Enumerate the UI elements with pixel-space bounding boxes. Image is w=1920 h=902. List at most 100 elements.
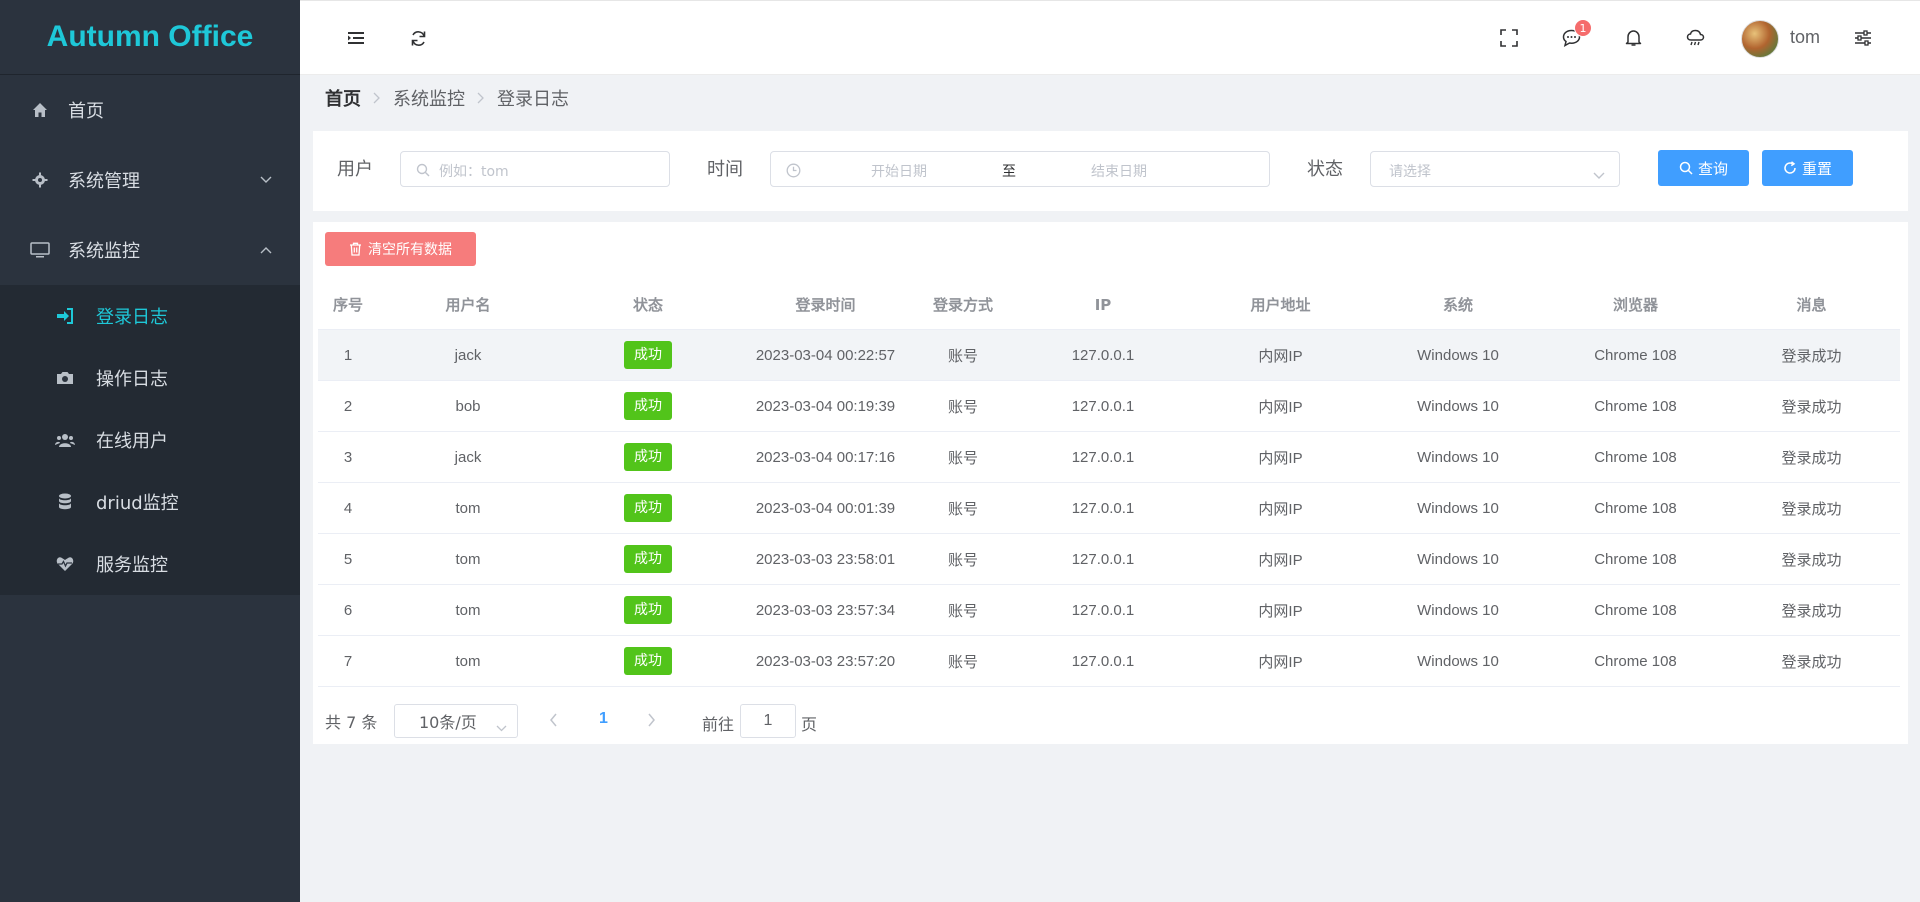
reset-button-label: 重置: [1801, 159, 1832, 178]
date-range-picker[interactable]: 开始日期 至 结束日期: [770, 151, 1270, 187]
header-username[interactable]: tom: [1790, 27, 1820, 48]
status-badge: 成功: [624, 341, 672, 369]
cell-os: Windows 10: [1417, 601, 1499, 619]
sidebar-item-home[interactable]: 首页: [0, 75, 300, 145]
sidebar-item-label: 在线用户: [96, 431, 168, 452]
cell-login-method: 账号: [947, 449, 978, 467]
breadcrumb-item-current: 登录日志: [497, 89, 569, 110]
sidebar-item-label: driud监控: [96, 493, 179, 514]
cell-index: 1: [343, 346, 353, 364]
goto-page-input[interactable]: 1: [740, 704, 796, 738]
cell-username: tom: [455, 550, 481, 568]
cell-index: 7: [343, 652, 353, 670]
page-number-current[interactable]: 1: [599, 710, 608, 728]
collapse-menu-button[interactable]: [343, 25, 369, 51]
chevron-right-icon: [477, 89, 485, 108]
next-page-button[interactable]: [647, 712, 656, 731]
column-header: 用户地址: [1250, 296, 1311, 314]
goto-page-value: 1: [763, 712, 773, 729]
weather-button[interactable]: [1682, 25, 1708, 51]
cell-index: 6: [343, 601, 353, 619]
clear-all-button[interactable]: 清空所有数据: [325, 232, 476, 266]
cell-username: jack: [454, 448, 482, 466]
sidebar-item-service-monitor[interactable]: 服务监控: [0, 533, 300, 595]
table-row[interactable]: 5 tom 成功 2023-03-03 23:58:01 账号 127.0.0.…: [318, 534, 1900, 585]
cell-username: tom: [455, 652, 481, 670]
sidebar-item-label: 服务监控: [96, 555, 168, 576]
goto-label: 前往: [702, 715, 735, 734]
status-badge: 成功: [624, 596, 672, 624]
monitor-icon: [30, 240, 50, 260]
cell-address: 内网IP: [1258, 653, 1303, 671]
table-header: 序号 用户名 状态 登录时间 登录方式 IP 用户地址 系统 浏览器 消息: [318, 280, 1900, 330]
user-search-input[interactable]: 例如：tom: [400, 151, 670, 187]
cell-browser: Chrome 108: [1594, 346, 1677, 364]
sidebar-item-druid-monitor[interactable]: driud监控: [0, 471, 300, 533]
sidebar-item-label: 操作日志: [96, 369, 168, 390]
clear-all-label: 清空所有数据: [368, 242, 452, 258]
query-button-label: 查询: [1697, 159, 1728, 178]
messages-button[interactable]: 1: [1558, 19, 1592, 51]
column-header: 登录时间: [795, 296, 856, 314]
cell-address: 内网IP: [1258, 551, 1303, 569]
login-log-table: 序号 用户名 状态 登录时间 登录方式 IP 用户地址 系统 浏览器 消息 1 …: [318, 280, 1900, 687]
reset-button[interactable]: 重置: [1762, 150, 1853, 186]
status-select[interactable]: 请选择: [1370, 151, 1620, 187]
column-header: 状态: [632, 296, 663, 314]
sliders-icon: [1855, 30, 1871, 46]
chevron-right-icon: [648, 713, 655, 727]
page-suffix-label: 页: [801, 715, 818, 734]
sidebar-item-login-log[interactable]: 登录日志: [0, 285, 300, 347]
column-header: 登录方式: [932, 296, 993, 314]
fullscreen-button[interactable]: [1496, 25, 1522, 51]
search-icon: [415, 162, 431, 178]
sidebar-item-online-users[interactable]: 在线用户: [0, 409, 300, 471]
start-date-input[interactable]: 开始日期: [871, 161, 927, 181]
cell-login-method: 账号: [947, 551, 978, 569]
user-label: 用户: [337, 159, 373, 180]
query-button[interactable]: 查询: [1658, 150, 1749, 186]
table-row[interactable]: 2 bob 成功 2023-03-04 00:19:39 账号 127.0.0.…: [318, 381, 1900, 432]
database-icon: [54, 491, 76, 513]
table-row[interactable]: 6 tom 成功 2023-03-03 23:57:34 账号 127.0.0.…: [318, 585, 1900, 636]
table-row[interactable]: 1 jack 成功 2023-03-04 00:22:57 账号 127.0.0…: [318, 330, 1900, 381]
settings-button[interactable]: [1850, 25, 1876, 51]
users-icon: [54, 429, 76, 451]
sidebar-item-system-management[interactable]: 系统管理: [0, 145, 300, 215]
cell-browser: Chrome 108: [1594, 601, 1677, 619]
cell-message: 登录成功: [1781, 602, 1842, 620]
page-size-select[interactable]: 10条/页: [394, 704, 518, 738]
column-header: 系统: [1442, 296, 1473, 314]
cell-login-time: 2023-03-03 23:57:20: [755, 652, 896, 670]
cell-ip: 127.0.0.1: [1071, 550, 1135, 568]
chevron-down-icon: [1593, 165, 1605, 184]
cell-login-method: 账号: [947, 653, 978, 671]
notifications-button[interactable]: [1620, 25, 1646, 51]
table-row[interactable]: 4 tom 成功 2023-03-04 00:01:39 账号 127.0.0.…: [318, 483, 1900, 534]
sidebar-item-system-monitor[interactable]: 系统监控: [0, 215, 300, 285]
cell-login-time: 2023-03-04 00:01:39: [755, 499, 896, 517]
sidebar: Autumn Office 首页 系统管理 系统监控 登录日志 操作日志 在线用…: [0, 0, 300, 902]
home-icon: [30, 100, 50, 120]
chevron-left-icon: [550, 713, 557, 727]
cell-address: 内网IP: [1258, 398, 1303, 416]
sidebar-item-label: 系统监控: [68, 241, 140, 262]
clock-icon: [785, 162, 801, 178]
cell-os: Windows 10: [1417, 652, 1499, 670]
table-row[interactable]: 7 tom 成功 2023-03-03 23:57:20 账号 127.0.0.…: [318, 636, 1900, 687]
cell-ip: 127.0.0.1: [1071, 346, 1135, 364]
cell-os: Windows 10: [1417, 499, 1499, 517]
end-date-input[interactable]: 结束日期: [1091, 161, 1147, 181]
pagination-total: 共 7 条: [325, 713, 378, 732]
breadcrumb-item-monitor[interactable]: 系统监控: [393, 85, 465, 111]
prev-page-button[interactable]: [549, 712, 558, 731]
brand-logo[interactable]: Autumn Office: [0, 0, 300, 75]
status-badge: 成功: [624, 392, 672, 420]
table-row[interactable]: 3 jack 成功 2023-03-04 00:17:16 账号 127.0.0…: [318, 432, 1900, 483]
sidebar-item-operation-log[interactable]: 操作日志: [0, 347, 300, 409]
user-input-placeholder: 例如：tom: [439, 164, 509, 180]
avatar[interactable]: [1741, 20, 1779, 58]
breadcrumb-item-home[interactable]: 首页: [325, 85, 361, 111]
column-header: IP: [1094, 295, 1112, 314]
refresh-button[interactable]: [405, 25, 431, 51]
